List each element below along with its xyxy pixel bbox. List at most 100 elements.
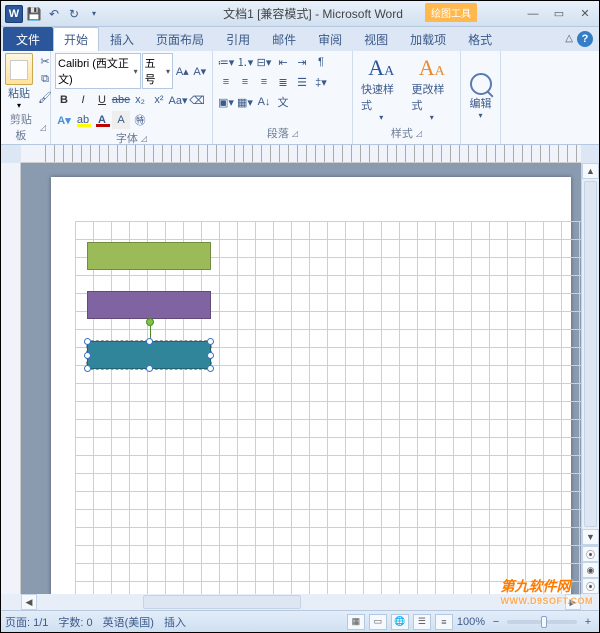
change-case-button[interactable]: Aa▾ <box>169 91 187 109</box>
tab-format[interactable]: 格式 <box>457 27 503 51</box>
status-word-count[interactable]: 字数: 0 <box>58 614 92 630</box>
show-marks-button[interactable]: ¶ <box>312 53 330 71</box>
vertical-ruler[interactable] <box>1 163 21 594</box>
tab-home[interactable]: 开始 <box>53 27 99 51</box>
character-shading-button[interactable]: A <box>112 111 130 129</box>
zoom-slider[interactable] <box>507 620 577 624</box>
change-styles-button[interactable]: AA 更改样式 ▾ <box>408 53 457 124</box>
subscript-button[interactable]: x₂ <box>131 91 149 109</box>
clipboard-launcher-icon[interactable]: ◿ <box>40 123 46 132</box>
grow-font-icon[interactable]: A▴ <box>174 62 190 80</box>
paragraph-launcher-icon[interactable]: ◿ <box>292 129 298 138</box>
tab-mailings[interactable]: 邮件 <box>261 27 307 51</box>
qat-redo-icon[interactable]: ↻ <box>65 5 83 23</box>
resize-handle-ne[interactable] <box>207 338 214 345</box>
shading-button[interactable]: ▣▾ <box>217 93 235 111</box>
italic-button[interactable]: I <box>74 91 92 109</box>
ribbon-minimize-icon[interactable]: △ <box>565 33 573 44</box>
enclose-char-button[interactable]: ㊕ <box>131 111 149 129</box>
distributed-button[interactable]: ☰ <box>293 73 311 91</box>
paste-button[interactable]: 粘贴 ▾ <box>5 53 33 110</box>
tab-references[interactable]: 引用 <box>215 27 261 51</box>
shape-rectangle-purple[interactable] <box>87 291 211 319</box>
shrink-font-icon[interactable]: A▾ <box>192 62 208 80</box>
tab-review[interactable]: 审阅 <box>307 27 353 51</box>
resize-handle-n[interactable] <box>146 338 153 345</box>
font-color-button[interactable]: A <box>93 111 111 129</box>
group-styles-label: 样式 <box>391 125 413 141</box>
view-print-layout-button[interactable]: ▦ <box>347 614 365 630</box>
group-font-label: 字体 <box>116 130 138 146</box>
sort-button[interactable]: A↓ <box>255 93 273 111</box>
align-left-button[interactable]: ≡ <box>217 73 235 91</box>
strikethrough-button[interactable]: abe <box>112 91 130 109</box>
resize-handle-sw[interactable] <box>84 365 91 372</box>
horizontal-ruler[interactable] <box>21 145 581 163</box>
view-draft-button[interactable]: ≡ <box>435 614 453 630</box>
text-direction-button[interactable]: 文 <box>274 93 292 111</box>
close-button[interactable]: ✕ <box>575 6 595 22</box>
view-web-layout-button[interactable]: 🌐 <box>391 614 409 630</box>
text-effects-button[interactable]: A▾ <box>55 111 73 129</box>
justify-button[interactable]: ≣ <box>274 73 292 91</box>
scroll-up-button[interactable]: ▲ <box>582 163 599 179</box>
zoom-out-button[interactable]: − <box>489 615 503 629</box>
font-launcher-icon[interactable]: ◿ <box>141 134 147 143</box>
scroll-right-button[interactable]: ▶ <box>565 594 581 610</box>
borders-button[interactable]: ▦▾ <box>236 93 254 111</box>
tab-view[interactable]: 视图 <box>353 27 399 51</box>
status-page[interactable]: 页面: 1/1 <box>5 614 48 630</box>
increase-indent-button[interactable]: ⇥ <box>293 53 311 71</box>
next-page-button[interactable]: ⦿ <box>582 578 599 594</box>
align-right-button[interactable]: ≡ <box>255 73 273 91</box>
decrease-indent-button[interactable]: ⇤ <box>274 53 292 71</box>
resize-handle-se[interactable] <box>207 365 214 372</box>
minimize-button[interactable]: — <box>523 6 543 22</box>
scroll-down-button[interactable]: ▼ <box>582 529 599 545</box>
tab-page-layout[interactable]: 页面布局 <box>145 27 215 51</box>
zoom-in-button[interactable]: + <box>581 615 595 629</box>
previous-page-button[interactable]: ⦿ <box>582 546 599 562</box>
view-full-screen-button[interactable]: ▭ <box>369 614 387 630</box>
resize-handle-e[interactable] <box>207 352 214 359</box>
resize-handle-s[interactable] <box>146 365 153 372</box>
quick-styles-button[interactable]: AA 快速样式 ▾ <box>357 53 406 124</box>
tab-insert[interactable]: 插入 <box>99 27 145 51</box>
scroll-thumb-horizontal[interactable] <box>143 595 301 609</box>
line-spacing-button[interactable]: ‡▾ <box>312 73 330 91</box>
zoom-slider-thumb[interactable] <box>541 616 547 628</box>
resize-handle-nw[interactable] <box>84 338 91 345</box>
zoom-percent[interactable]: 100% <box>457 616 485 628</box>
browse-object-button[interactable]: ◉ <box>582 562 599 578</box>
tab-file[interactable]: 文件 <box>3 27 53 51</box>
font-name-combo[interactable]: Calibri (西文正文)▾ <box>55 53 141 89</box>
status-language[interactable]: 英语(美国) <box>103 614 154 630</box>
styles-launcher-icon[interactable]: ◿ <box>416 129 422 138</box>
restore-button[interactable]: ▭ <box>549 6 569 22</box>
underline-button[interactable]: U <box>93 91 111 109</box>
scroll-thumb-vertical[interactable] <box>584 181 597 527</box>
qat-customize-icon[interactable]: ▾ <box>85 5 103 23</box>
font-size-combo[interactable]: 五号▾ <box>142 53 173 89</box>
qat-save-icon[interactable]: 💾 <box>25 5 43 23</box>
tab-addins[interactable]: 加载项 <box>399 27 457 51</box>
shape-rectangle-green[interactable] <box>87 242 211 270</box>
qat-undo-icon[interactable]: ↶ <box>45 5 63 23</box>
view-outline-button[interactable]: ☰ <box>413 614 431 630</box>
superscript-button[interactable]: x² <box>150 91 168 109</box>
align-center-button[interactable]: ≡ <box>236 73 254 91</box>
bold-button[interactable]: B <box>55 91 73 109</box>
shape-rectangle-teal[interactable] <box>87 341 211 369</box>
editing-button[interactable]: 编辑 ▾ <box>470 73 492 120</box>
rotate-handle[interactable] <box>146 318 154 326</box>
document-page[interactable] <box>51 177 571 594</box>
help-button[interactable]: ? <box>577 31 593 47</box>
numbering-button[interactable]: ⒈▾ <box>236 53 254 71</box>
resize-handle-w[interactable] <box>84 352 91 359</box>
clear-formatting-icon[interactable]: ⌫ <box>188 91 206 109</box>
bullets-button[interactable]: ≔▾ <box>217 53 235 71</box>
highlight-button[interactable]: ab <box>74 111 92 129</box>
status-insert-mode[interactable]: 插入 <box>164 614 186 630</box>
multilevel-list-button[interactable]: ⊟▾ <box>255 53 273 71</box>
scroll-left-button[interactable]: ◀ <box>21 594 37 610</box>
